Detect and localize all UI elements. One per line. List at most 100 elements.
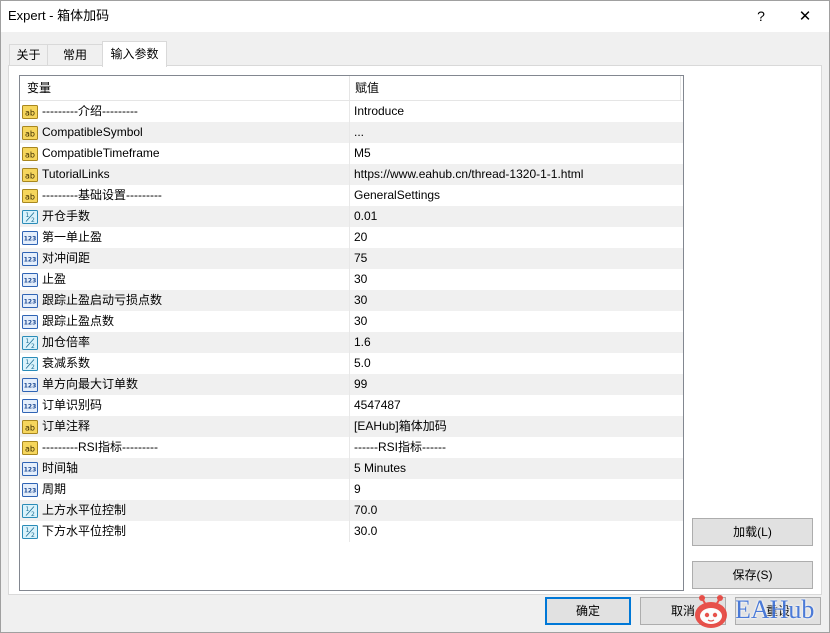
input-variable-cell: 1 2 上方水平位控制 [20,500,350,521]
input-value[interactable]: 70.0 [350,500,681,521]
tab-about[interactable]: 关于 [9,44,48,66]
double-type-icon: 12 [22,356,38,372]
svg-text:ab: ab [25,444,35,453]
integer-type-icon: 123 [22,377,38,393]
input-value[interactable]: 5 Minutes [350,458,681,479]
tab-common[interactable]: 常用 [47,44,103,66]
string-type-icon: ab [22,188,38,204]
inputs-table-body: ab ---------介绍--------- Introduce ab Compati… [20,101,683,542]
integer-type-icon: 123 [22,293,38,309]
input-variable-name: 止盈 [42,272,67,286]
input-variable-cell: 123 对冲间距 [20,248,350,269]
input-row[interactable]: 123 第一单止盈 20 [20,227,683,248]
input-value[interactable]: GeneralSettings [350,185,681,206]
input-value[interactable]: 5.0 [350,353,681,374]
svg-text:2: 2 [31,343,35,350]
input-row[interactable]: 123 时间轴 5 Minutes [20,458,683,479]
input-value[interactable]: 20 [350,227,681,248]
integer-type-icon: 123 [22,251,38,267]
input-row[interactable]: ab ---------基础设置--------- GeneralSettings [20,185,683,206]
input-row[interactable]: 1 2 衰减系数 5.0 [20,353,683,374]
input-row[interactable]: ab ---------RSI指标--------- ------RSI指标----… [20,437,683,458]
input-variable-cell: 123 第一单止盈 [20,227,350,248]
input-variable-name: ---------基础设置--------- [42,188,162,202]
svg-text:2: 2 [31,364,35,371]
input-value[interactable]: 99 [350,374,681,395]
input-row[interactable]: 123 止盈 30 [20,269,683,290]
input-row[interactable]: ab CompatibleSymbol... [20,122,683,143]
input-row[interactable]: 123 跟踪止盈点数 30 [20,311,683,332]
input-variable-cell: 1 2 下方水平位控制 [20,521,350,542]
svg-text:123: 123 [24,487,37,494]
input-value[interactable]: 4547487 [350,395,681,416]
input-variable-name: 时间轴 [42,461,79,475]
title-bar[interactable]: Expert - 箱体加码 ? ✕ [0,0,830,32]
input-row[interactable]: 123 订单识别码 4547487 [20,395,683,416]
input-variable-cell: ab TutorialLinks [20,164,350,185]
tab-inputs[interactable]: 输入参数 [102,41,167,67]
input-value[interactable]: 30 [350,311,681,332]
column-header-variable[interactable]: 变量 [20,76,350,100]
input-row[interactable]: ab CompatibleTimeframe M5 [20,143,683,164]
input-variable-name: 周期 [42,482,67,496]
input-variable-cell: ab ---------RSI指标--------- [20,437,350,458]
input-variable-cell: ab CompatibleTimeframe [20,143,350,164]
input-value[interactable]: ... [350,122,681,143]
inputs-table-header: 变量 赋值 [20,76,683,101]
close-button[interactable]: ✕ [796,7,814,25]
input-row[interactable]: 1 2 开仓手数 0.01 [20,206,683,227]
input-variable-cell: 123 止盈 [20,269,350,290]
double-type-icon: 12 [22,524,38,540]
input-value[interactable]: 0.01 [350,206,681,227]
svg-text:123: 123 [24,403,37,410]
double-type-icon: 12 [22,503,38,519]
svg-text:2: 2 [31,217,35,224]
input-variable-cell: 123 订单识别码 [20,395,350,416]
input-row[interactable]: 1 2 加仓倍率 1.6 [20,332,683,353]
input-variable-name: CompatibleTimeframe [42,146,160,160]
svg-text:123: 123 [24,466,37,473]
input-variable-cell: 123 跟踪止盈点数 [20,311,350,332]
integer-type-icon: 123 [22,314,38,330]
cancel-button[interactable]: 取消 [640,597,726,625]
input-value[interactable]: 30 [350,290,681,311]
input-row[interactable]: 1 2 下方水平位控制 30.0 [20,521,683,542]
input-value[interactable]: https://www.eahub.cn/thread-1320-1-1.htm… [350,164,681,185]
input-row[interactable]: 123 单方向最大订单数 99 [20,374,683,395]
input-value[interactable]: 75 [350,248,681,269]
input-value[interactable]: 30 [350,269,681,290]
column-header-value[interactable]: 赋值 [350,76,681,100]
svg-text:ab: ab [25,423,35,432]
reset-button[interactable]: 重设 [735,597,821,625]
input-variable-name: 订单注释 [42,419,91,433]
save-button[interactable]: 保存(S) [692,561,813,589]
ok-button[interactable]: 确定 [545,597,631,625]
load-button[interactable]: 加载(L) [692,518,813,546]
svg-text:123: 123 [24,235,37,242]
input-row[interactable]: 1 2 上方水平位控制 70.0 [20,500,683,521]
inputs-table: 变量 赋值 ab ---------介绍--------- Introduce ab C… [19,75,684,591]
input-row[interactable]: 123 对冲间距 75 [20,248,683,269]
input-row[interactable]: ab TutorialLinks https://www.eahub.cn/thre… [20,164,683,185]
input-value[interactable]: [EAHub]箱体加码 [350,416,681,437]
svg-text:123: 123 [24,256,37,263]
input-value[interactable]: ------RSI指标------ [350,437,681,458]
input-variable-cell: ab ---------基础设置--------- [20,185,350,206]
help-button[interactable]: ? [752,7,770,25]
input-row[interactable]: ab ---------介绍--------- Introduce [20,101,683,122]
input-value[interactable]: 1.6 [350,332,681,353]
input-variable-name: TutorialLinks [42,167,110,181]
input-variable-name: 下方水平位控制 [42,524,127,538]
input-variable-cell: 123 单方向最大订单数 [20,374,350,395]
input-row[interactable]: 123 周期 9 [20,479,683,500]
string-type-icon: ab [22,104,38,120]
string-type-icon: ab [22,125,38,141]
svg-text:ab: ab [25,150,35,159]
input-value[interactable]: M5 [350,143,681,164]
input-value[interactable]: 30.0 [350,521,681,542]
input-row[interactable]: ab 订单注释 [EAHub]箱体加码 [20,416,683,437]
input-value[interactable]: 9 [350,479,681,500]
input-value[interactable]: Introduce [350,101,681,122]
svg-text:2: 2 [31,532,35,539]
input-row[interactable]: 123 跟踪止盈启动亏损点数 30 [20,290,683,311]
